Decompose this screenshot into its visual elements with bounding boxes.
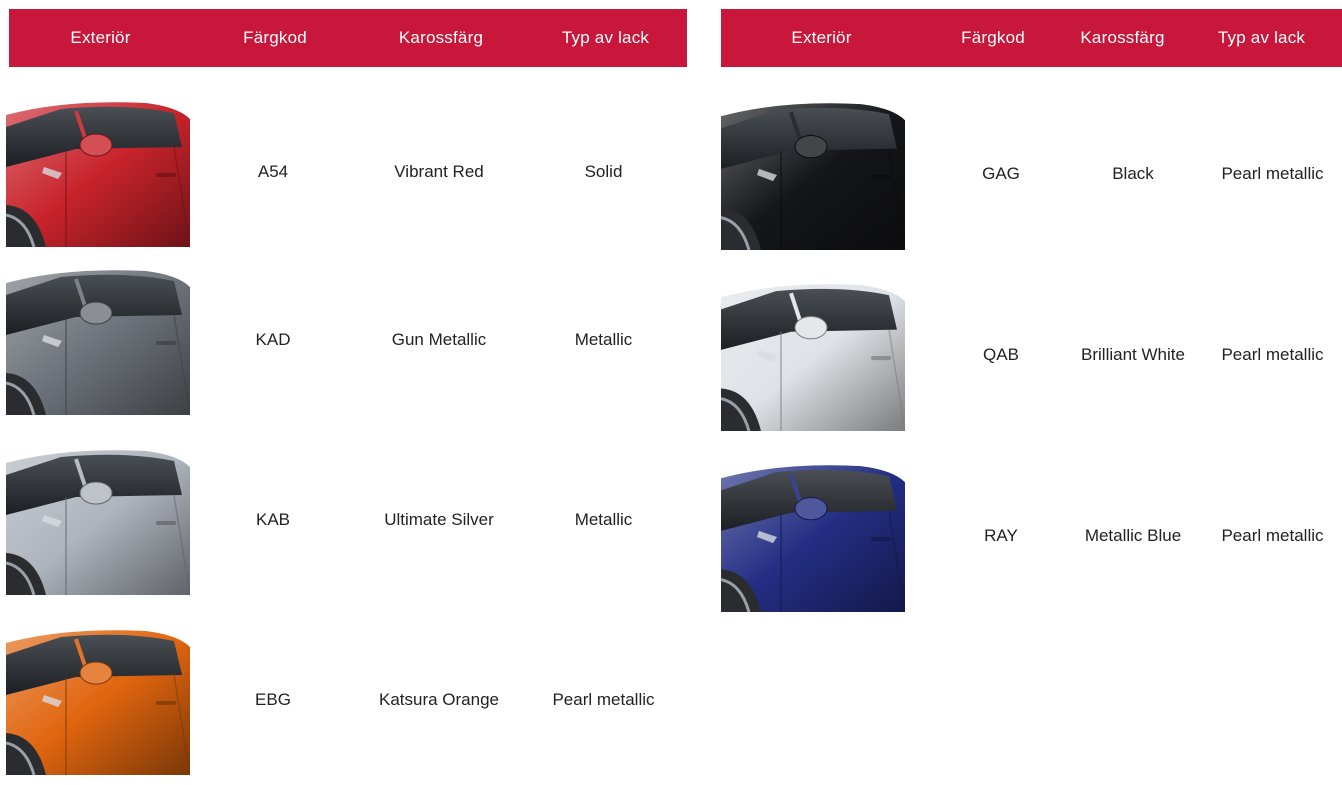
- header-color-code: Färgkod: [243, 28, 307, 47]
- table-row: A54 Vibrant Red Solid: [6, 97, 685, 247]
- table-row: KAB Ultimate Silver Metallic: [6, 445, 685, 595]
- color-name: Gun Metallic: [391, 330, 487, 349]
- left-color-table: Exteriör Färgkod Karossfärg Typ av lack …: [6, 9, 687, 775]
- color-name: Katsura Orange: [378, 690, 499, 709]
- table-row: EBG Katsura Orange Pearl metallic: [6, 625, 685, 775]
- header-color-code: Färgkod: [961, 28, 1025, 47]
- car-swatch-image: [6, 97, 190, 247]
- color-code: RAY: [984, 526, 1018, 545]
- table-row: RAY Metallic Blue Pearl metallic: [721, 460, 1342, 612]
- color-code: GAG: [982, 164, 1020, 183]
- color-code: A54: [257, 162, 289, 181]
- color-code: EBG: [255, 690, 291, 709]
- car-swatch-image: [721, 98, 905, 250]
- car-swatch-image: [6, 625, 190, 775]
- table-row: GAG Black Pearl metallic: [721, 98, 1342, 250]
- color-name: Brilliant White: [1081, 345, 1185, 364]
- header-body-color: Karossfärg: [398, 28, 484, 47]
- header-body-color: Karossfärg: [1080, 28, 1165, 47]
- paint-type: Pearl metallic: [1221, 526, 1324, 545]
- car-swatch-image: [721, 460, 905, 612]
- paint-type: Pearl metallic: [552, 690, 655, 709]
- header-paint-type: Typ av lack: [1217, 28, 1306, 47]
- paint-type: Metallic: [574, 330, 633, 349]
- color-name: Vibrant Red: [394, 162, 484, 181]
- color-code: KAB: [255, 510, 291, 529]
- color-code: QAB: [983, 345, 1019, 364]
- left-table-header: Exteriör Färgkod Karossfärg Typ av lack: [9, 9, 687, 67]
- color-name: Metallic Blue: [1084, 526, 1182, 545]
- table-row: QAB Brilliant White Pearl metallic: [721, 279, 1342, 431]
- paint-type: Metallic: [574, 510, 633, 529]
- color-name: Black: [1112, 164, 1154, 183]
- color-name: Ultimate Silver: [384, 510, 494, 529]
- color-code: KAD: [255, 330, 291, 349]
- right-table-header: Exteriör Färgkod Karossfärg Typ av lack: [721, 9, 1342, 67]
- header-paint-type: Typ av lack: [561, 28, 650, 47]
- header-exterior: Exteriör: [791, 28, 852, 47]
- paint-type: Pearl metallic: [1221, 164, 1324, 183]
- car-swatch-image: [6, 265, 190, 415]
- car-swatch-image: [6, 445, 190, 595]
- paint-type: Solid: [584, 162, 623, 181]
- car-swatch-image: [721, 279, 905, 431]
- right-color-table: Exteriör Färgkod Karossfärg Typ av lack …: [721, 9, 1342, 612]
- table-row: KAD Gun Metallic Metallic: [6, 265, 685, 415]
- paint-type: Pearl metallic: [1221, 345, 1324, 364]
- header-exterior: Exteriör: [70, 28, 131, 47]
